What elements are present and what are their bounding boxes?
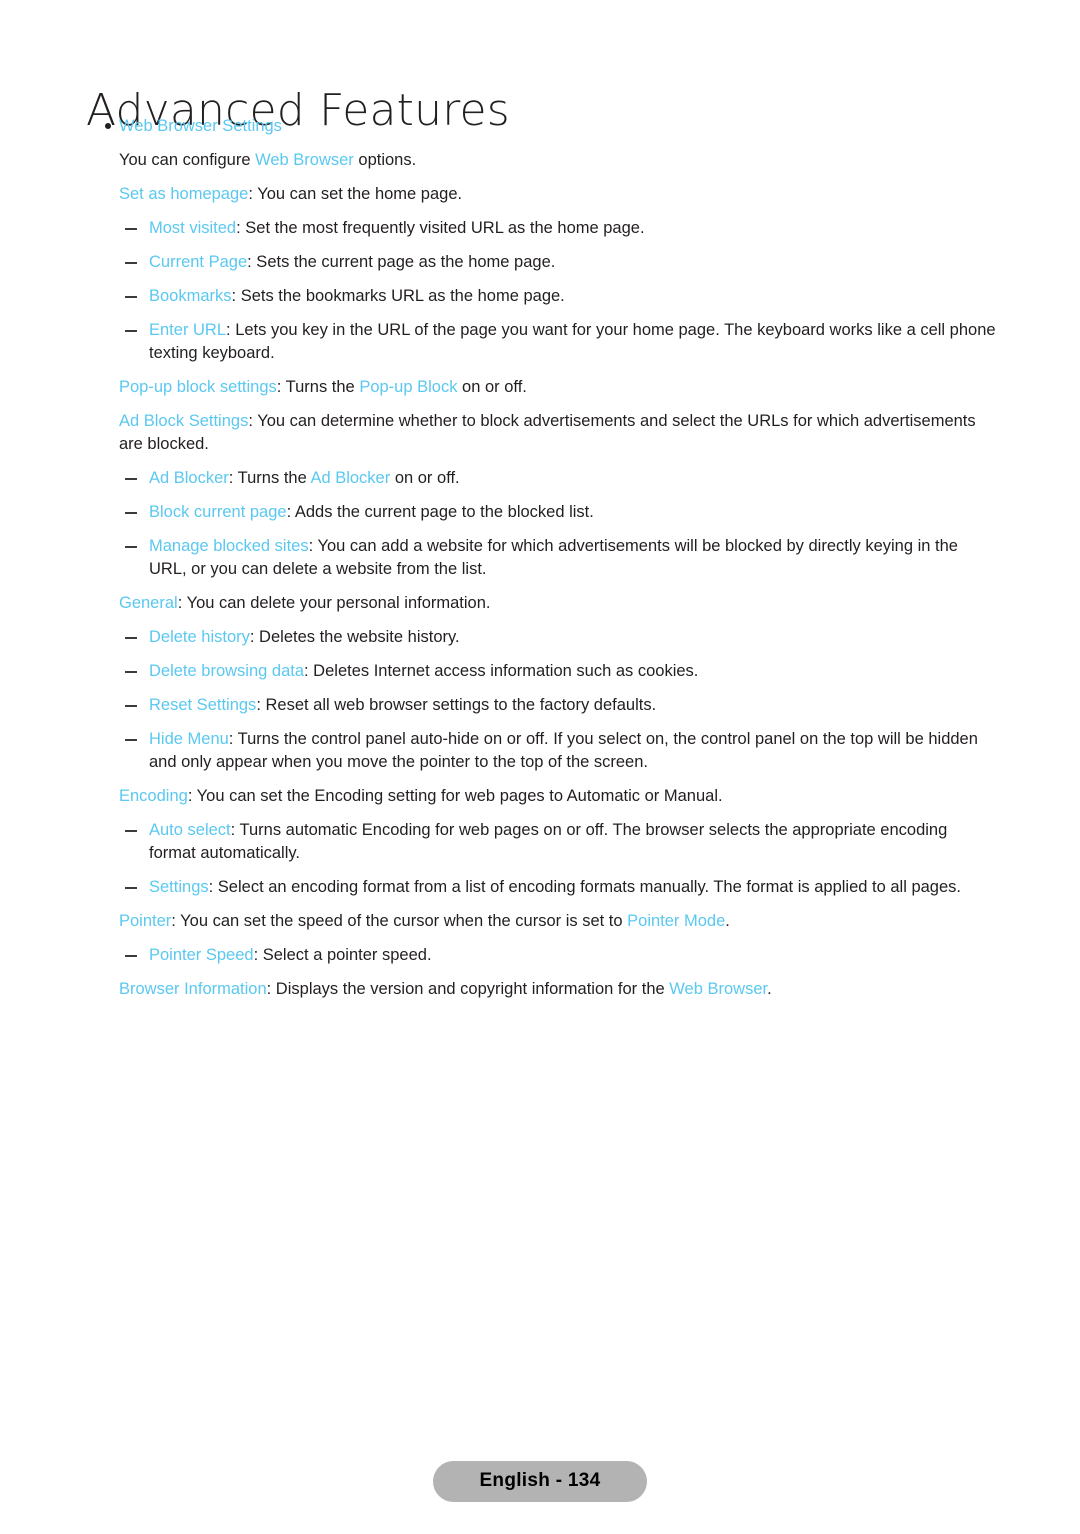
dash-marker-icon [125, 705, 137, 707]
accent-term: Pointer [119, 912, 172, 930]
body-text: : Set the most frequently visited URL as… [236, 219, 645, 237]
block-enter-url: Enter URL: Lets you key in the URL of th… [119, 319, 998, 365]
bullet-dot-icon [105, 123, 111, 129]
dash-marker-icon [125, 330, 137, 332]
body-text: : Turns the [276, 378, 360, 396]
block-encoding: Encoding: You can set the Encoding setti… [119, 785, 998, 808]
body-text: : You can set the Encoding setting for w… [187, 787, 723, 805]
accent-term: Settings [149, 878, 209, 896]
body-text: . [725, 912, 730, 930]
block-set-as-homepage: Set as homepage: You can set the home pa… [119, 183, 998, 206]
block-ad-block-settings: Ad Block Settings: You can determine whe… [119, 410, 998, 456]
page-number-badge: English - 134 [433, 1461, 647, 1502]
dash-marker-icon [125, 830, 137, 832]
block-auto-select: Auto select: Turns automatic Encoding fo… [119, 819, 998, 865]
block-current-page: Current Page: Sets the current page as t… [119, 251, 998, 274]
block-bookmarks: Bookmarks: Sets the bookmarks URL as the… [119, 285, 998, 308]
accent-term: Pop-up block settings [119, 378, 277, 396]
block-general: General: You can delete your personal in… [119, 592, 998, 615]
accent-term: Ad Block Settings [119, 412, 249, 430]
body-text: : Deletes Internet access information su… [304, 662, 699, 680]
accent-term: Web Browser [255, 151, 354, 169]
body-text: : Reset all web browser settings to the … [256, 696, 657, 714]
body-text: : Turns the [228, 469, 311, 487]
body-text: : Turns automatic Encoding for web pages… [149, 821, 948, 862]
body-text: : Sets the current page as the home page… [247, 253, 556, 271]
dash-marker-icon [125, 296, 137, 298]
section-heading-label: Web Browser Settings [119, 117, 282, 135]
dash-marker-icon [125, 955, 137, 957]
body-text: options. [353, 151, 417, 169]
block-settings: Settings: Select an encoding format from… [119, 876, 998, 899]
block-popup-block-settings: Pop-up block settings: Turns the Pop-up … [119, 376, 998, 399]
body-text: : Lets you key in the URL of the page yo… [149, 321, 996, 362]
accent-term: Bookmarks [149, 287, 232, 305]
dash-marker-icon [125, 739, 137, 741]
body-text: : You can determine whether to block adv… [119, 412, 976, 453]
accent-term: General [119, 594, 178, 612]
accent-term: Auto select [149, 821, 231, 839]
accent-term: Enter URL [149, 321, 227, 339]
block-delete-browsing-data: Delete browsing data: Deletes Internet a… [119, 660, 998, 683]
block-pointer-speed: Pointer Speed: Select a pointer speed. [119, 944, 998, 967]
block-ad-blocker: Ad Blocker: Turns the Ad Blocker on or o… [119, 467, 998, 490]
block-intro: You can configure Web Browser options. [119, 149, 998, 172]
body-text: You can configure [119, 151, 256, 169]
body-text: : You can delete your personal informati… [177, 594, 491, 612]
accent-term: Manage blocked sites [149, 537, 309, 555]
accent-term: Ad Blocker [310, 469, 391, 487]
body-text: : Deletes the website history. [249, 628, 460, 646]
accent-term: Set as homepage [119, 185, 249, 203]
dash-marker-icon [125, 228, 137, 230]
block-browser-information: Browser Information: Displays the versio… [119, 978, 998, 1001]
accent-term: Pointer Mode [627, 912, 726, 930]
block-pointer: Pointer: You can set the speed of the cu… [119, 910, 998, 933]
dash-marker-icon [125, 546, 137, 548]
accent-term: Reset Settings [149, 696, 257, 714]
block-block-current-page: Block current page: Adds the current pag… [119, 501, 998, 524]
body-text: on or off. [390, 469, 460, 487]
dash-marker-icon [125, 637, 137, 639]
page-footer: English - 134 [0, 1461, 1080, 1502]
accent-term: Pointer Speed [149, 946, 254, 964]
body-text: . [767, 980, 772, 998]
accent-term: Delete browsing data [149, 662, 305, 680]
accent-term: Web Browser [669, 980, 768, 998]
dash-marker-icon [125, 671, 137, 673]
dash-marker-icon [125, 478, 137, 480]
accent-term: Block current page [149, 503, 287, 521]
content-column: Web Browser Settings You can configure W… [98, 114, 998, 1012]
body-text: : Sets the bookmarks URL as the home pag… [231, 287, 565, 305]
body-text: : Adds the current page to the blocked l… [286, 503, 594, 521]
accent-term: Delete history [149, 628, 250, 646]
section-heading-row: Web Browser Settings [98, 114, 998, 138]
block-list: You can configure Web Browser options. Se… [98, 149, 998, 1001]
block-delete-history: Delete history: Deletes the website hist… [119, 626, 998, 649]
body-text: : You can set the home page. [248, 185, 463, 203]
body-text: : You can set the speed of the cursor wh… [171, 912, 628, 930]
block-reset-settings: Reset Settings: Reset all web browser se… [119, 694, 998, 717]
accent-term: Current Page [149, 253, 248, 271]
block-hide-menu: Hide Menu: Turns the control panel auto-… [119, 728, 998, 774]
body-text: : Select a pointer speed. [253, 946, 432, 964]
accent-term: Ad Blocker [149, 469, 229, 487]
document-page: Advanced Features Web Browser Settings Y… [0, 0, 1080, 1534]
block-most-visited: Most visited: Set the most frequently vi… [119, 217, 998, 240]
body-text: : Displays the version and copyright inf… [266, 980, 670, 998]
accent-term: Pop-up Block [359, 378, 458, 396]
body-text: on or off. [457, 378, 527, 396]
accent-term: Browser Information [119, 980, 267, 998]
dash-marker-icon [125, 512, 137, 514]
body-text: : Select an encoding format from a list … [208, 878, 961, 896]
accent-term: Most visited [149, 219, 237, 237]
dash-marker-icon [125, 887, 137, 889]
accent-term: Hide Menu [149, 730, 229, 748]
accent-term: Encoding [119, 787, 188, 805]
dash-marker-icon [125, 262, 137, 264]
block-manage-blocked-sites: Manage blocked sites: You can add a webs… [119, 535, 998, 581]
body-text: : Turns the control panel auto-hide on o… [149, 730, 978, 771]
